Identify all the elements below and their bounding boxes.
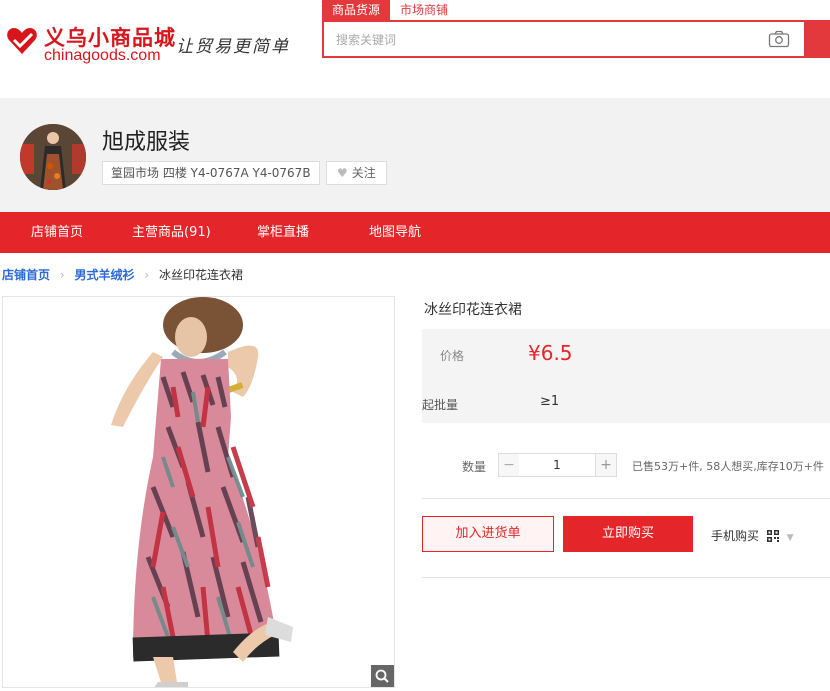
logo-name-en: chinagoods.com: [44, 47, 161, 64]
tab-market-shops[interactable]: 市场商铺: [390, 0, 458, 20]
logo-heart-icon: [7, 28, 37, 54]
follow-label: 关注: [351, 166, 376, 180]
tab-goods-source[interactable]: 商品货源: [322, 0, 391, 20]
caret-down-icon: ▼: [786, 533, 794, 543]
nav-item-map[interactable]: 地图导航: [369, 212, 421, 253]
divider: [422, 498, 830, 499]
shop-nav: 店铺首页 主营商品(91) 掌柜直播 地图导航: [0, 212, 830, 253]
moq-label: 起批量: [422, 398, 459, 412]
quantity-row: 数量 − + 已售53万+件, 58人想买,库存10万+件: [422, 451, 830, 479]
search-input[interactable]: [336, 30, 736, 50]
breadcrumb-current: 冰丝印花连衣裙: [158, 268, 243, 282]
zoom-button[interactable]: [371, 665, 394, 687]
product-photo: [3, 297, 394, 687]
mobile-buy-button[interactable]: 手机购买 ▼: [711, 527, 794, 544]
nav-item-shop-home[interactable]: 店铺首页: [31, 212, 83, 253]
add-to-cart-button[interactable]: 加入进货单: [422, 516, 554, 552]
search-box: [322, 20, 806, 58]
camera-icon[interactable]: [768, 30, 790, 48]
heart-icon: ♥: [337, 166, 348, 180]
chevron-right-icon: ›: [144, 268, 150, 282]
breadcrumb: 店铺首页 › 男式羊绒衫 › 冰丝印花连衣裙: [2, 266, 243, 283]
breadcrumb-category[interactable]: 男式羊绒衫: [74, 268, 134, 282]
search-tabs: 商品货源 市场商铺: [322, 0, 458, 20]
nav-item-live[interactable]: 掌柜直播: [257, 212, 309, 253]
qr-code-icon: [766, 530, 779, 542]
product-image[interactable]: [2, 296, 395, 688]
quantity-increase-button[interactable]: +: [595, 453, 617, 477]
nav-item-main-products[interactable]: 主营商品(91): [132, 212, 211, 253]
quantity-decrease-button[interactable]: −: [498, 453, 520, 477]
shop-banner: 旭成服装 篁园市场 四楼 Y4-0767A Y4-0767B ♥ 关注: [0, 98, 830, 212]
magnifier-icon: [375, 669, 389, 683]
buy-now-button[interactable]: 立即购买: [563, 516, 693, 552]
site-header: 义乌小商品城 chinagoods.com 让贸易更简单 商品货源 市场商铺: [0, 0, 830, 78]
quantity-input[interactable]: [519, 453, 595, 477]
price-panel: 价格 ¥6.5 起批量 ≥1: [422, 329, 830, 423]
search-area: 商品货源 市场商铺: [322, 0, 830, 60]
avatar-image: [20, 124, 86, 190]
price-value: ¥6.5: [528, 341, 573, 365]
mobile-buy-label: 手机购买: [711, 529, 760, 543]
shop-address: 篁园市场 四楼 Y4-0767A Y4-0767B: [102, 161, 320, 185]
divider: [422, 577, 830, 578]
breadcrumb-home[interactable]: 店铺首页: [2, 268, 50, 282]
moq-value: ≥1: [540, 394, 560, 409]
price-label: 价格: [440, 349, 465, 363]
search-button[interactable]: [806, 20, 830, 58]
product-title: 冰丝印花连衣裙: [424, 302, 522, 318]
chevron-right-icon: ›: [59, 268, 65, 282]
shop-avatar[interactable]: [20, 124, 86, 190]
sales-stock-info: 已售53万+件, 58人想买,库存10万+件: [632, 460, 824, 473]
shop-name: 旭成服装: [102, 130, 191, 155]
site-logo[interactable]: 义乌小商品城 chinagoods.com 让贸易更简单: [6, 20, 296, 68]
quantity-label: 数量: [462, 460, 487, 474]
logo-slogan: 让贸易更简单: [176, 37, 290, 57]
follow-button[interactable]: ♥ 关注: [326, 161, 387, 185]
